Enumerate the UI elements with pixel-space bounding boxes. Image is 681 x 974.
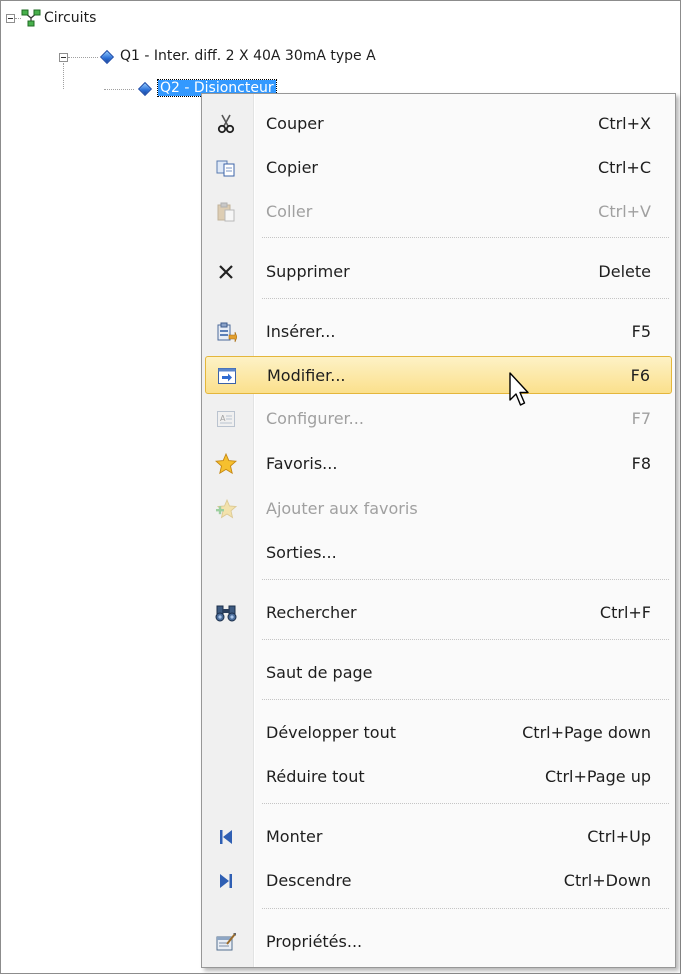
- menu-separator: [262, 803, 669, 804]
- properties-icon: [215, 931, 237, 953]
- context-menu: Couper Ctrl+X Copier Ctrl+C Coller Ctrl+…: [201, 93, 676, 968]
- menu-item-configurer[interactable]: A Configurer... F7: [205, 400, 672, 438]
- menu-item-label: Développer tout: [266, 723, 397, 742]
- menu-item-ajouter-aux-favoris[interactable]: Ajouter aux favoris: [205, 490, 672, 528]
- copy-icon: [215, 157, 237, 179]
- menu-item-favoris[interactable]: Favoris... F8: [205, 445, 672, 483]
- menu-item-label: Propriétés...: [266, 932, 363, 951]
- delete-x-icon: [215, 261, 237, 283]
- menu-item-shortcut: Ctrl+X: [598, 114, 651, 133]
- menu-item-saut-de-page[interactable]: Saut de page: [205, 654, 672, 692]
- menu-item-shortcut: Ctrl+C: [597, 158, 651, 177]
- menu-item-label: Configurer...: [266, 409, 364, 428]
- scissors-icon: [215, 113, 237, 135]
- menu-item-rechercher[interactable]: Rechercher Ctrl+F: [205, 594, 672, 632]
- menu-item-monter[interactable]: Monter Ctrl+Up: [205, 818, 672, 856]
- menu-item-reduire-tout[interactable]: Réduire tout Ctrl+Page up: [205, 758, 672, 796]
- menu-item-shortcut: Ctrl+Page down: [522, 723, 651, 742]
- tree-connector: [63, 63, 65, 89]
- collapse-toggle-root[interactable]: [6, 14, 15, 23]
- menu-item-shortcut: F7: [631, 409, 651, 428]
- add-star-icon: [215, 498, 237, 520]
- menu-separator: [262, 699, 669, 700]
- menu-item-shortcut: Ctrl+Up: [587, 827, 651, 846]
- menu-item-shortcut: Ctrl+Down: [563, 871, 651, 890]
- menu-item-label: Coller: [266, 202, 313, 221]
- mouse-pointer-icon: [508, 372, 532, 410]
- menu-item-label: Monter: [266, 827, 323, 846]
- menu-item-shortcut: Ctrl+Page up: [545, 767, 651, 786]
- svg-text:A: A: [220, 414, 226, 423]
- menu-item-couper[interactable]: Couper Ctrl+X: [205, 105, 672, 143]
- star-icon: [215, 453, 237, 475]
- menu-item-shortcut: F5: [631, 322, 651, 341]
- menu-separator: [262, 579, 669, 580]
- menu-item-label: Rechercher: [266, 603, 357, 622]
- menu-item-descendre[interactable]: Descendre Ctrl+Down: [205, 862, 672, 900]
- menu-item-modifier[interactable]: Modifier... F6: [205, 356, 672, 394]
- menu-item-label: Descendre: [266, 871, 352, 890]
- menu-item-shortcut: Ctrl+F: [599, 603, 651, 622]
- menu-item-label: Réduire tout: [266, 767, 365, 786]
- menu-item-label: Ajouter aux favoris: [266, 499, 418, 518]
- menu-item-proprietes[interactable]: Propriétés...: [205, 923, 672, 961]
- menu-separator: [262, 237, 669, 238]
- menu-item-label: Insérer...: [266, 322, 336, 341]
- tree-connector: [68, 57, 98, 59]
- move-up-icon: [215, 826, 237, 848]
- menu-item-copier[interactable]: Copier Ctrl+C: [205, 149, 672, 187]
- menu-item-inserer[interactable]: Insérer... F5: [205, 313, 672, 351]
- blue-diamond-icon: [99, 49, 115, 65]
- tree-connector: [104, 89, 134, 91]
- menu-item-label: Modifier...: [267, 366, 346, 385]
- menu-item-label: Couper: [266, 114, 324, 133]
- menu-item-label: Sorties...: [266, 543, 337, 562]
- menu-item-shortcut: F8: [631, 454, 651, 473]
- blue-diamond-icon: [137, 81, 153, 97]
- insert-icon: [215, 321, 237, 343]
- menu-separator: [262, 908, 669, 909]
- network-icon: [21, 9, 41, 27]
- menu-item-shortcut: Ctrl+V: [598, 202, 651, 221]
- paste-icon: [215, 201, 237, 223]
- menu-item-developper-tout[interactable]: Développer tout Ctrl+Page down: [205, 714, 672, 752]
- menu-separator: [262, 639, 669, 640]
- binoculars-icon: [215, 602, 237, 624]
- menu-item-label: Copier: [266, 158, 318, 177]
- move-down-icon: [215, 870, 237, 892]
- menu-item-coller[interactable]: Coller Ctrl+V: [205, 193, 672, 231]
- menu-item-label: Saut de page: [266, 663, 373, 682]
- menu-item-shortcut: Delete: [598, 262, 651, 281]
- configure-icon: A: [215, 408, 237, 430]
- menu-item-label: Favoris...: [266, 454, 338, 473]
- tree-node-q1-label[interactable]: Q1 - Inter. diff. 2 X 40A 30mA type A: [120, 48, 376, 64]
- edit-icon: [216, 365, 238, 387]
- menu-item-shortcut: F6: [630, 366, 650, 385]
- menu-item-supprimer[interactable]: Supprimer Delete: [205, 253, 672, 291]
- menu-item-sorties[interactable]: Sorties...: [205, 534, 672, 572]
- collapse-toggle-q1[interactable]: [59, 53, 68, 62]
- menu-item-label: Supprimer: [266, 262, 350, 281]
- menu-separator: [262, 298, 669, 299]
- tree-node-root-label[interactable]: Circuits: [44, 10, 96, 26]
